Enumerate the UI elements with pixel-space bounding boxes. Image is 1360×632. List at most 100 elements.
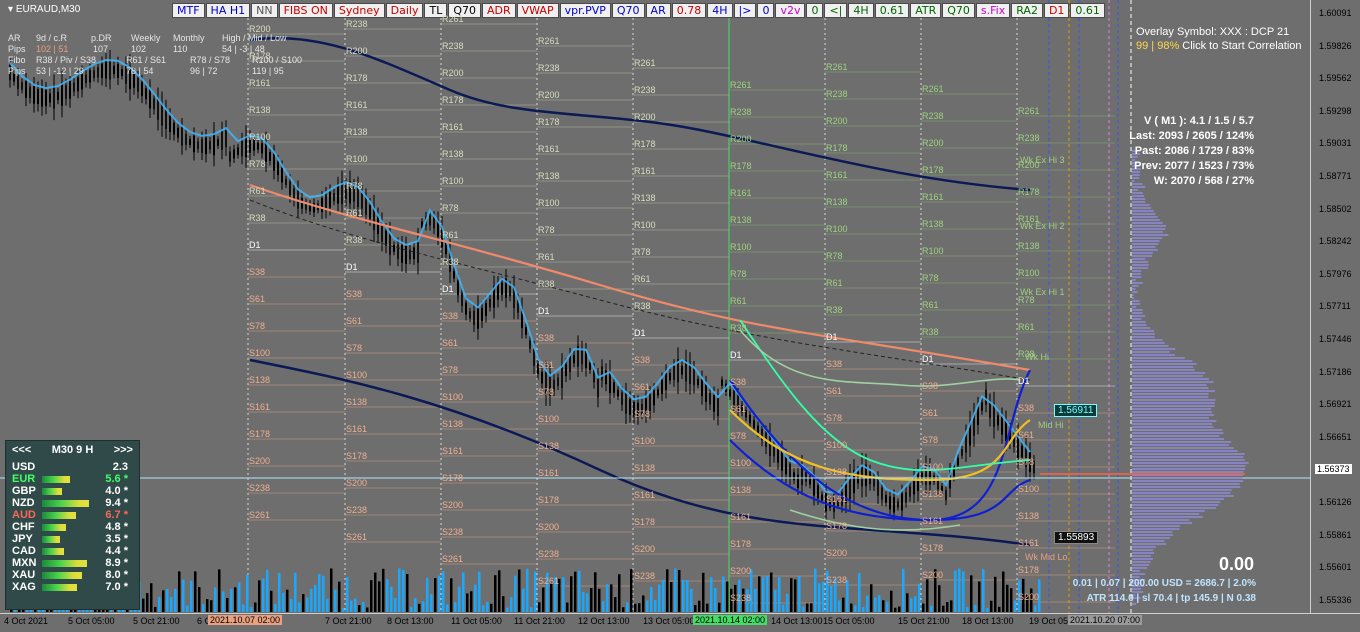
price-axis[interactable]: 1.60091 1.59826 1.59562 1.59298 1.59031 1.587… [1310, 0, 1360, 613]
toolbar-button-10[interactable]: vpr.PVP [559, 3, 611, 18]
toolbar-button-12[interactable]: AR [645, 3, 671, 18]
strength-row-xag: XAG 7.0 * [6, 581, 139, 593]
candle-body [29, 86, 31, 98]
toolbar-button-9[interactable]: VWAP [516, 3, 559, 18]
volume-profile-bar [1132, 417, 1209, 419]
time-axis[interactable]: 4 Oct 20215 Oct 05:005 Oct 21:006 Oct202… [0, 613, 1360, 632]
volume-bar [690, 589, 693, 612]
candle-body [785, 457, 787, 475]
candle-body [605, 370, 607, 385]
time-tick: 2021.10.20 07:00 [1068, 615, 1143, 625]
toolbar-button-16[interactable]: 0 [757, 3, 775, 18]
volume-bar [410, 606, 413, 612]
fib-level-label: R138 [730, 215, 752, 225]
candle-body [69, 80, 71, 99]
fib-level-label: S178 [634, 517, 656, 527]
fib-level-label: S178 [730, 539, 752, 549]
toolbar-button-15[interactable]: |> [733, 3, 757, 18]
toolbar-button-18[interactable]: 0 [806, 3, 824, 18]
volume-profile-bar [1132, 504, 1219, 506]
toolbar-button-1[interactable]: HA H1 [205, 3, 251, 18]
toolbar-button-13[interactable]: 0.78 [671, 3, 707, 18]
fib-level-label: R61 [249, 186, 266, 196]
volume-profile-bar [1132, 288, 1136, 290]
volume-bar [694, 604, 697, 612]
toolbar-button-19[interactable]: <| [824, 3, 848, 18]
price-tick: 1.59826 [1319, 40, 1352, 51]
toolbar-button-20[interactable]: 4H [848, 3, 874, 18]
toolbar-button-11[interactable]: Q70 [611, 3, 645, 18]
toolbar-button-8[interactable]: ADR [481, 3, 516, 18]
fib-level-label: R161 [442, 122, 464, 132]
strength-currency: EUR [12, 473, 36, 485]
strength-value: 9.4 * [105, 497, 128, 509]
volume-bar [1002, 571, 1005, 612]
fib-level-label: R138 [538, 171, 560, 181]
stats-cell: 9d / c.R [36, 33, 68, 43]
volume-profile-bar [1132, 285, 1139, 287]
time-tick: 11 Oct 21:00 [514, 616, 565, 626]
volume-bar [638, 603, 641, 612]
toolbar-button-14[interactable]: 4H [707, 3, 733, 18]
correlation-line[interactable]: 99 | 98% Click to Start Correlation [1136, 40, 1302, 52]
stats-cell: AR [8, 33, 21, 43]
toolbar-button-2[interactable]: NN [251, 3, 278, 18]
strength-currency: GBP [12, 485, 36, 497]
volume-bar [818, 583, 821, 612]
volume-bar [294, 572, 297, 612]
toolbar-button-4[interactable]: Sydney [333, 3, 385, 18]
toolbar-button-0[interactable]: MTF [172, 3, 205, 18]
candle-body [289, 181, 291, 196]
price-chart[interactable]: ▾ EURAUD,M30 AR 9d / c.R p.DR Weekly Monthly… [0, 0, 1310, 613]
toolbar-button-21[interactable]: 0.61 [874, 3, 910, 18]
candle-body [701, 379, 703, 397]
volume-profile-bar [1132, 264, 1149, 266]
volume-bar [194, 571, 197, 612]
start-correlation-link[interactable]: Click to Start Correlation [1182, 40, 1301, 52]
volume-profile-bar [1132, 501, 1221, 503]
toolbar-button-27[interactable]: 0.61 [1070, 3, 1105, 18]
strength-currency: XAU [12, 569, 36, 581]
volume-bar [806, 603, 809, 612]
pnl-value: 0.00 [1218, 554, 1254, 574]
toolbar-button-24[interactable]: s.Fix [975, 3, 1011, 18]
toolbar-button-23[interactable]: Q70 [942, 3, 975, 18]
toolbar-button-25[interactable]: RA2 [1011, 3, 1043, 18]
toolbar-button-17[interactable]: v2v [775, 3, 806, 18]
volume-bar [202, 603, 205, 612]
candle-body [757, 425, 759, 434]
volume-bar [702, 572, 705, 612]
candle-body [141, 81, 143, 97]
symbol-label: EURAUD,M30 [15, 4, 81, 15]
fib-level-label: R178 [538, 117, 560, 127]
candle-body [25, 81, 27, 98]
volume-bar [1034, 605, 1037, 612]
strength-currency: CAD [12, 545, 36, 557]
volume-bar [870, 584, 873, 612]
price-tick: 1.59562 [1319, 73, 1352, 84]
volume-bar [190, 580, 193, 612]
volume-profile-bar [1132, 498, 1225, 500]
fib-level-label: D1 [346, 262, 358, 272]
volume-profile-bar [1132, 210, 1154, 212]
candle-body [297, 189, 299, 209]
price-tick: 1.58502 [1319, 203, 1352, 214]
fib-level-label: R38 [730, 323, 747, 333]
strength-bar [42, 523, 92, 531]
volume-bar [754, 588, 757, 612]
strength-prev-button[interactable]: <<< [12, 444, 31, 458]
volume-stat-line: V ( M1 ): 4.1 / 1.5 / 5.7 [1143, 115, 1254, 127]
volume-profile-bar [1132, 513, 1200, 515]
volume-bar [378, 581, 381, 612]
toolbar-button-26[interactable]: D1 [1043, 3, 1070, 18]
stats-cell: Monthly [173, 33, 205, 43]
volume-bar [794, 579, 797, 612]
volume-bar [910, 598, 913, 612]
strength-value: 4.0 * [105, 485, 128, 497]
strength-next-button[interactable]: >>> [114, 444, 133, 458]
risk-line: 0.01 | 0.07 | 200.00 USD = 2686.7 | 2.0% [1072, 578, 1256, 589]
toolbar-button-3[interactable]: FIBS ON [278, 3, 333, 18]
volume-bar [390, 586, 393, 612]
toolbar-button-5[interactable]: Daily [385, 3, 424, 18]
toolbar-button-22[interactable]: ATR [910, 3, 942, 18]
